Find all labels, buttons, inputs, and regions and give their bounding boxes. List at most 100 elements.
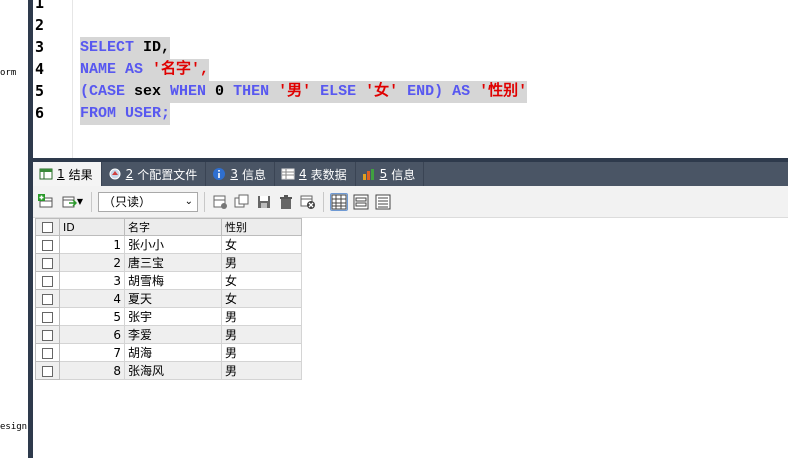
duplicate-icon — [234, 194, 249, 207]
text-view-button[interactable] — [374, 193, 392, 211]
table-row[interactable]: 4 夏天 女 — [35, 289, 302, 308]
tab-info[interactable]: 3 信息 — [206, 162, 275, 186]
tab-number: 1 — [57, 167, 65, 181]
keyword-when: WHEN — [170, 83, 207, 100]
profile-icon — [109, 168, 121, 180]
table-row[interactable]: 7 胡海 男 — [35, 343, 302, 362]
export-dropdown-button[interactable]: ▼ — [59, 193, 85, 211]
cell-gender[interactable]: 女 — [221, 271, 302, 290]
toolbar-separator — [91, 191, 92, 212]
trash-icon — [280, 194, 292, 209]
cell-name[interactable]: 张海风 — [124, 361, 222, 380]
duplicate-row-button[interactable] — [233, 193, 251, 211]
cell-id[interactable]: 7 — [59, 343, 125, 362]
left-label-orm: orm — [0, 68, 17, 78]
cell-name[interactable]: 李爱 — [124, 325, 222, 344]
cell-id[interactable]: 8 — [59, 361, 125, 380]
cell-id[interactable]: 2 — [59, 253, 125, 272]
code-line-5[interactable]: (CASE sex WHEN 0 THEN '男' ELSE '女' END) … — [80, 81, 528, 103]
tab-profile[interactable]: 2 个配置文件 — [102, 162, 207, 186]
code-line-3[interactable]: SELECT ID, — [80, 37, 171, 59]
line-number: 6 — [35, 104, 45, 122]
add-row-icon — [38, 193, 53, 207]
checkbox-icon — [42, 293, 53, 305]
form-view-button[interactable] — [352, 193, 370, 211]
string-literal: '男' — [269, 83, 321, 100]
code-line-4[interactable]: NAME AS '名字', — [80, 59, 210, 81]
row-checkbox[interactable] — [35, 325, 60, 344]
readonly-select[interactable]: （只读） ⌄ — [98, 191, 198, 212]
table-row[interactable]: 6 李爱 男 — [35, 325, 302, 344]
tab-number: 5 — [379, 167, 388, 181]
checkbox-icon — [42, 311, 53, 323]
checkbox-icon — [42, 275, 53, 287]
line-number: 5 — [35, 82, 45, 100]
table-icon — [281, 168, 295, 180]
table-row[interactable]: 3 胡雪梅 女 — [35, 271, 302, 290]
row-checkbox[interactable] — [35, 307, 60, 326]
cell-gender[interactable]: 男 — [221, 253, 302, 272]
tab-label: 信息 — [241, 167, 266, 182]
cell-name[interactable]: 胡雪梅 — [124, 271, 222, 290]
tab-number: 4 — [298, 167, 307, 181]
row-checkbox[interactable] — [35, 253, 60, 272]
cell-id[interactable]: 3 — [59, 271, 125, 290]
grid-view-button[interactable] — [330, 192, 348, 211]
row-checkbox[interactable] — [35, 343, 60, 362]
cell-id[interactable]: 5 — [59, 307, 125, 326]
checkbox-icon — [42, 365, 53, 377]
checkbox-icon — [42, 222, 53, 233]
code-text: ID, — [134, 39, 171, 56]
code-line-6[interactable]: FROM USER; — [80, 103, 171, 125]
cell-gender[interactable]: 女 — [221, 289, 302, 308]
cell-name[interactable]: 张小小 — [124, 235, 222, 254]
add-row-button[interactable] — [37, 193, 55, 211]
cell-id[interactable]: 4 — [59, 289, 125, 308]
table-row[interactable]: 1 张小小 女 — [35, 235, 302, 254]
keyword-as: AS — [116, 61, 153, 78]
cell-id[interactable]: 6 — [59, 325, 125, 344]
sql-editor[interactable]: 1 2 3 4 5 6 SELECT ID, NAME AS '名字', (CA… — [33, 0, 788, 158]
result-tabs: 1 结果 2 个配置文件 3 信息 4 表数据 5 信息 — [33, 162, 788, 186]
tab-label: 信息 — [391, 167, 416, 182]
column-header-id[interactable]: ID — [59, 218, 125, 236]
cell-gender[interactable]: 男 — [221, 325, 302, 344]
table-row[interactable]: 2 唐三宝 男 — [35, 253, 302, 272]
insert-row-button[interactable] — [211, 193, 229, 211]
cell-name[interactable]: 夏天 — [124, 289, 222, 308]
cell-id[interactable]: 1 — [59, 235, 125, 254]
cell-gender[interactable]: 男 — [221, 343, 302, 362]
tab-number: 2 — [125, 167, 134, 181]
save-icon — [258, 195, 270, 208]
select-all-checkbox[interactable] — [35, 218, 60, 236]
tab-info-2[interactable]: 5 信息 — [356, 162, 425, 186]
row-checkbox[interactable] — [35, 271, 60, 290]
keyword-name: NAME — [80, 61, 117, 78]
tab-table-data[interactable]: 4 表数据 — [275, 162, 356, 186]
chevron-down-icon: ▼ — [76, 197, 84, 206]
cell-gender[interactable]: 男 — [221, 307, 302, 326]
column-header-name[interactable]: 名字 — [124, 218, 222, 236]
table-row[interactable]: 8 张海风 男 — [35, 361, 302, 380]
string-literal: '名字' — [152, 61, 201, 78]
table-row[interactable]: 5 张宇 男 — [35, 307, 302, 326]
keyword-from: FROM — [80, 105, 117, 122]
row-checkbox[interactable] — [35, 361, 60, 380]
cell-gender[interactable]: 男 — [221, 361, 302, 380]
checkbox-icon — [42, 257, 53, 269]
export-icon — [62, 196, 77, 207]
tab-label: 个配置文件 — [137, 167, 198, 182]
toolbar-separator — [323, 191, 324, 212]
tab-result[interactable]: 1 结果 — [33, 162, 102, 186]
row-checkbox[interactable] — [35, 235, 60, 254]
delete-button[interactable] — [277, 193, 295, 211]
save-button[interactable] — [255, 193, 273, 211]
cell-gender[interactable]: 女 — [221, 235, 302, 254]
cancel-changes-button[interactable] — [299, 193, 317, 211]
cell-name[interactable]: 胡海 — [124, 343, 222, 362]
grid-result-icon — [39, 168, 53, 180]
column-header-gender[interactable]: 性别 — [221, 218, 302, 236]
cell-name[interactable]: 张宇 — [124, 307, 222, 326]
row-checkbox[interactable] — [35, 289, 60, 308]
cell-name[interactable]: 唐三宝 — [124, 253, 222, 272]
